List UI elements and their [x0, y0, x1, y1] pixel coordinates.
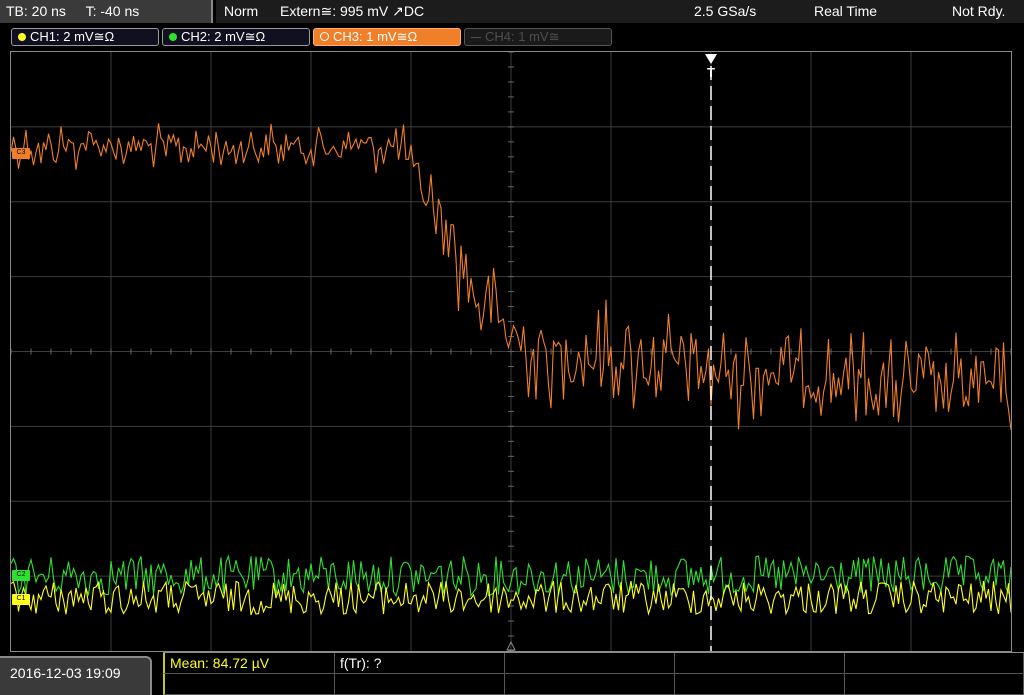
channel-3-button[interactable]: CH3: 1 mV≅Ω — [313, 28, 461, 46]
ch1-offset-marker[interactable]: C1 — [12, 594, 30, 605]
channel-3-label: CH3: 1 mV≅Ω — [333, 29, 418, 44]
measurement-slot-4[interactable] — [675, 653, 845, 674]
timebase-panel[interactable]: TB: 20 ns T: -40 ns — [0, 0, 213, 23]
ch3-offset-marker[interactable]: C3 — [12, 148, 30, 159]
measurement-slot-7[interactable] — [335, 674, 505, 695]
measurement-fall-time-freq[interactable]: f(Tr): ? — [335, 653, 505, 674]
graticule — [11, 52, 1011, 651]
measurement-slot-6[interactable] — [163, 674, 335, 695]
acquisition-status-bar[interactable]: Norm Extern≅: 995 mV ↗DC 2.5 GSa/s Real … — [216, 0, 1024, 23]
channel-4-off-icon — [471, 37, 481, 38]
measurement-slot-5[interactable] — [845, 653, 1024, 674]
channel-1-button[interactable]: CH1: 2 mV≅Ω — [11, 28, 159, 46]
waveform-display[interactable]: T C3 C2 C1 — [10, 51, 1012, 652]
channel-4-button[interactable]: CH4: 1 mV≅ — [464, 28, 612, 46]
ch2-offset-marker[interactable]: C2 — [12, 570, 30, 581]
channel-4-label: CH4: 1 mV≅ — [485, 29, 560, 44]
channel-2-button[interactable]: CH2: 2 mV≅Ω — [162, 28, 310, 46]
timebase-readout: TB: 20 ns — [6, 3, 66, 19]
measurement-panel: Mean: 84.72 µV f(Tr): ? — [163, 652, 1024, 695]
date-time-display[interactable]: 2016-12-03 19:09 — [0, 656, 152, 695]
measurement-slot-3[interactable] — [505, 653, 675, 674]
trigger-source[interactable]: Extern≅: 995 mV ↗DC — [280, 0, 424, 23]
channel-bar: CH1: 2 mV≅Ω CH2: 2 mV≅Ω CH3: 1 mV≅Ω CH4:… — [0, 26, 1024, 48]
trigger-offset-readout: T: -40 ns — [85, 3, 140, 19]
measurement-slot-10[interactable] — [845, 674, 1024, 695]
trigger-marker-label: T — [707, 65, 715, 80]
waveform-canvas[interactable]: T — [11, 52, 1011, 651]
channel-1-dot-icon — [18, 33, 26, 41]
channel-3-dot-icon — [320, 32, 329, 41]
channel-2-dot-icon — [169, 33, 177, 41]
acquisition-status: Not Rdy. — [952, 3, 1006, 19]
sample-rate: 2.5 GSa/s — [694, 3, 757, 19]
measurement-mean[interactable]: Mean: 84.72 µV — [163, 653, 335, 674]
measurement-slot-9[interactable] — [675, 674, 845, 695]
acquisition-mode: Real Time — [814, 3, 878, 19]
channel-2-label: CH2: 2 mV≅Ω — [181, 29, 266, 44]
footer: 2016-12-03 19:09 Mean: 84.72 µV f(Tr): ? — [0, 652, 1024, 695]
channel-1-label: CH1: 2 mV≅Ω — [30, 29, 115, 44]
trigger-mode[interactable]: Norm — [224, 0, 258, 23]
trigger-position-arrow-icon[interactable] — [705, 54, 717, 64]
measurement-slot-8[interactable] — [505, 674, 675, 695]
